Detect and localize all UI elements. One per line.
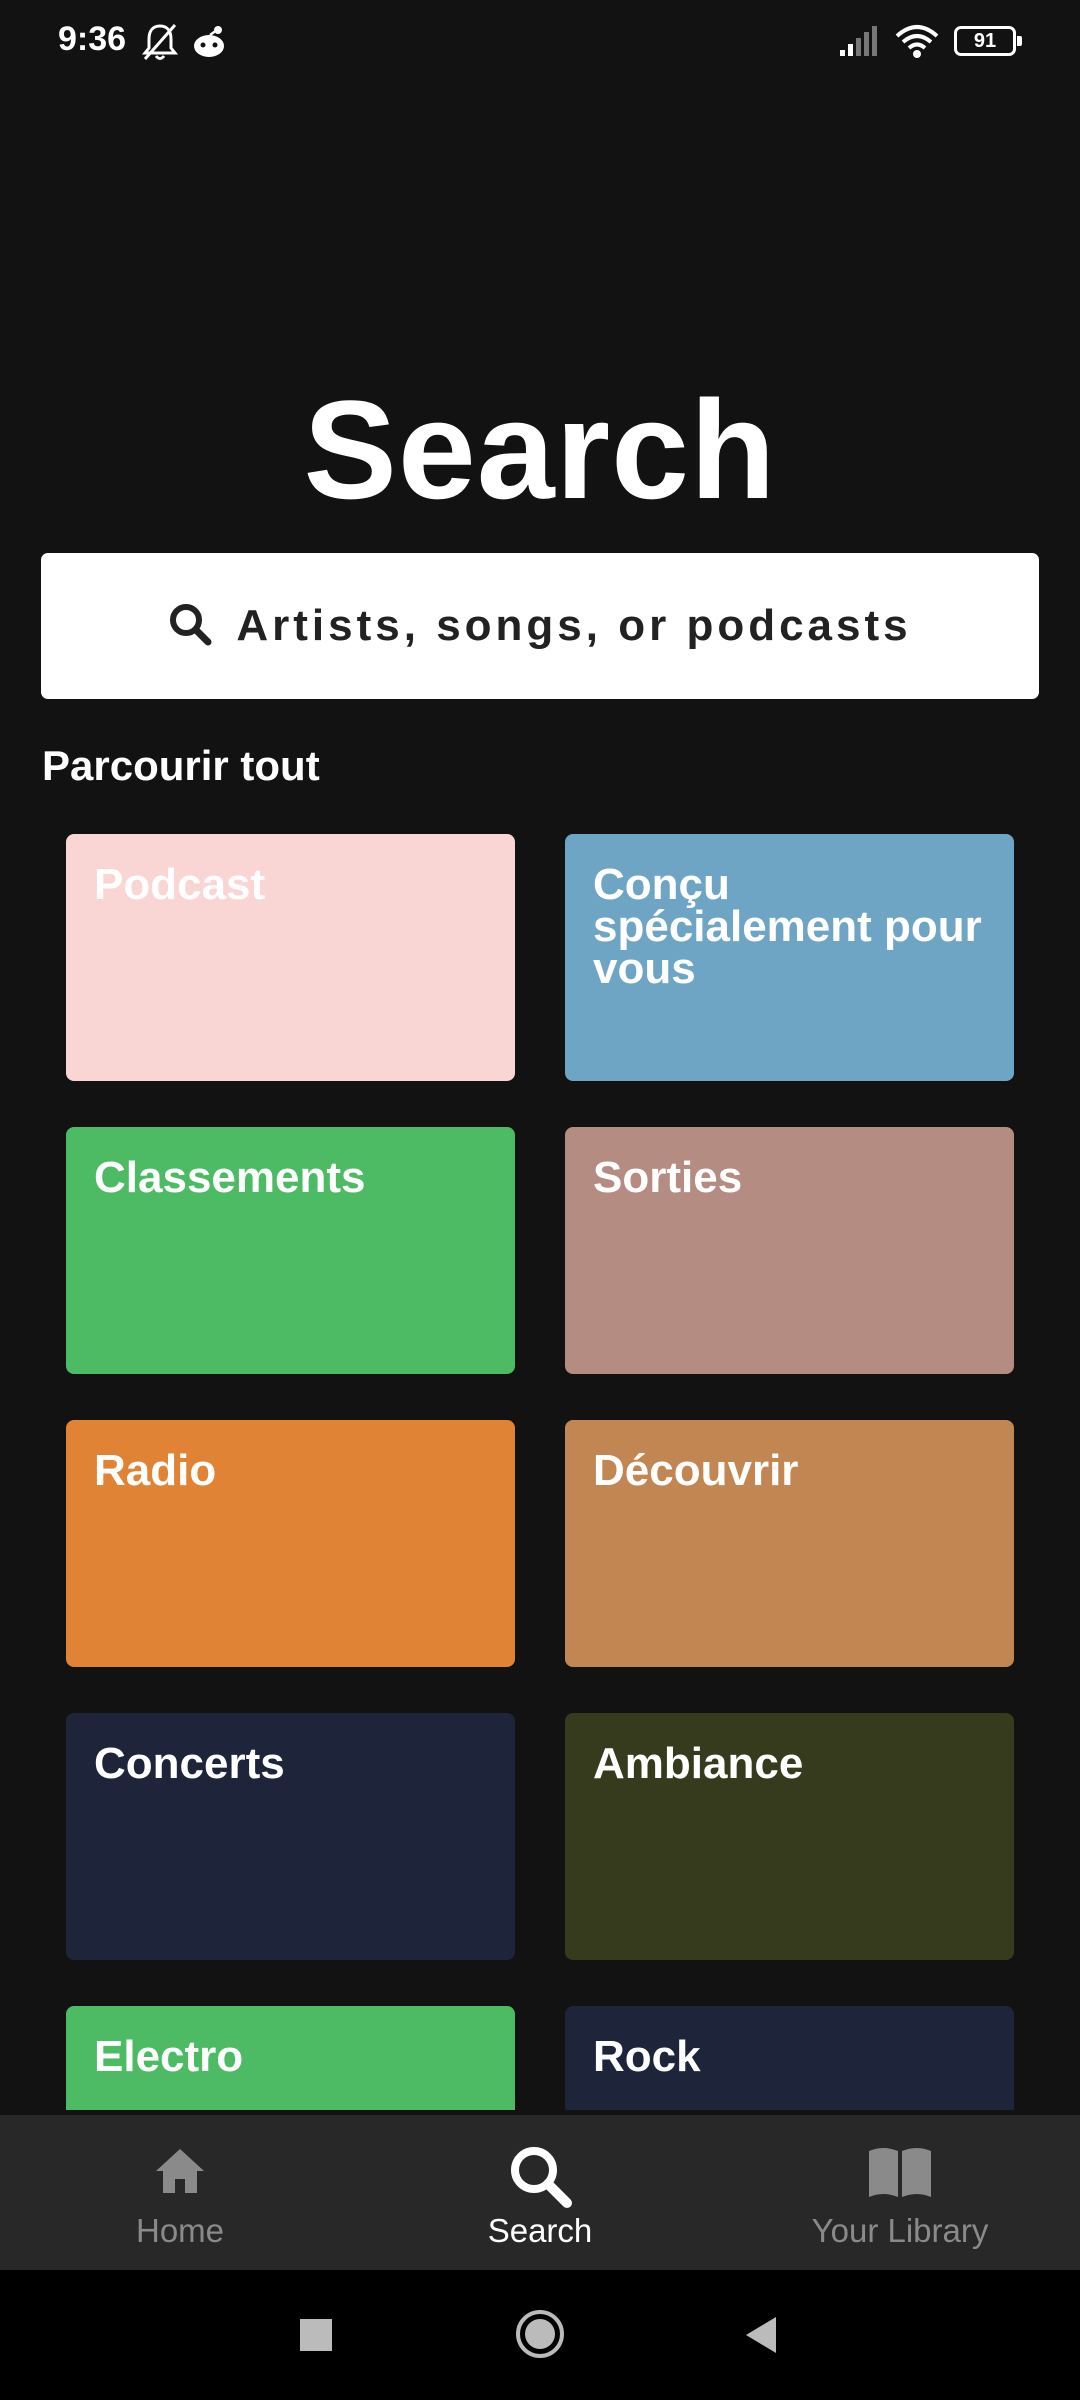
- nav-search-label: Search: [487, 2212, 593, 2249]
- category-tile-radio[interactable]: Radio: [66, 1420, 515, 1667]
- nav-home-label: Home: [135, 2212, 225, 2249]
- category-tile-decouvrir[interactable]: Découvrir: [565, 1420, 1014, 1667]
- recents-square-icon[interactable]: [298, 2317, 334, 2358]
- reddit-icon: [190, 22, 228, 65]
- nav-library-label: Your Library: [811, 2212, 989, 2249]
- page-title: Search: [303, 371, 777, 528]
- category-tile-concerts[interactable]: Concerts: [66, 1713, 515, 1960]
- search-placeholder: Artists, songs, or podcasts: [236, 601, 912, 650]
- mute-bell-icon: [141, 22, 179, 67]
- tile-label: Ambiance: [593, 1739, 804, 1788]
- nav-library[interactable]: Your Library: [720, 2115, 1080, 2270]
- back-triangle-icon[interactable]: [742, 2315, 780, 2360]
- tile-label: Classements: [94, 1153, 366, 1202]
- tile-label: Radio: [94, 1446, 217, 1495]
- category-tile-podcast[interactable]: Podcast: [66, 834, 515, 1081]
- category-tile-electro[interactable]: Electro: [66, 2006, 515, 2110]
- search-icon: [168, 602, 236, 651]
- category-tile-classements[interactable]: Classements: [66, 1127, 515, 1374]
- tile-label: Rock: [593, 2032, 701, 2081]
- battery-level: 91: [973, 30, 997, 52]
- tile-label: Découvrir: [593, 1446, 799, 1495]
- wifi-icon: [894, 24, 940, 65]
- nav-home[interactable]: Home: [0, 2115, 360, 2270]
- tile-label: Sorties: [593, 1153, 743, 1202]
- battery-icon: 91: [954, 26, 1022, 56]
- search-icon: [360, 2143, 720, 2213]
- category-tile-sorties[interactable]: Sorties: [565, 1127, 1014, 1374]
- category-grid: Podcast Conçu spécialement pour vous Cla…: [66, 834, 1014, 2110]
- system-nav-bar: [0, 2270, 1080, 2400]
- search-input[interactable]: Artists, songs, or podcasts: [41, 553, 1039, 699]
- tile-label: Concerts: [94, 1739, 285, 1788]
- category-tile-concu-pour-vous[interactable]: Conçu spécialement pour vous: [565, 834, 1014, 1081]
- section-title: Parcourir tout: [42, 742, 320, 789]
- status-time: 9:36: [58, 20, 127, 58]
- home-circle-icon[interactable]: [514, 2308, 566, 2365]
- nav-search[interactable]: Search: [360, 2115, 720, 2270]
- status-bar: 9:36 91: [0, 0, 1080, 84]
- bottom-nav: Home Search Your Library: [0, 2115, 1080, 2270]
- library-icon: [720, 2143, 1080, 2213]
- category-tile-rock[interactable]: Rock: [565, 2006, 1014, 2110]
- category-tile-ambiance[interactable]: Ambiance: [565, 1713, 1014, 1960]
- home-icon: [0, 2143, 360, 2213]
- signal-icon: [838, 26, 882, 63]
- tile-label: Conçu spécialement pour vous: [593, 860, 982, 993]
- tile-label: Podcast: [94, 860, 266, 909]
- tile-label: Electro: [94, 2032, 244, 2081]
